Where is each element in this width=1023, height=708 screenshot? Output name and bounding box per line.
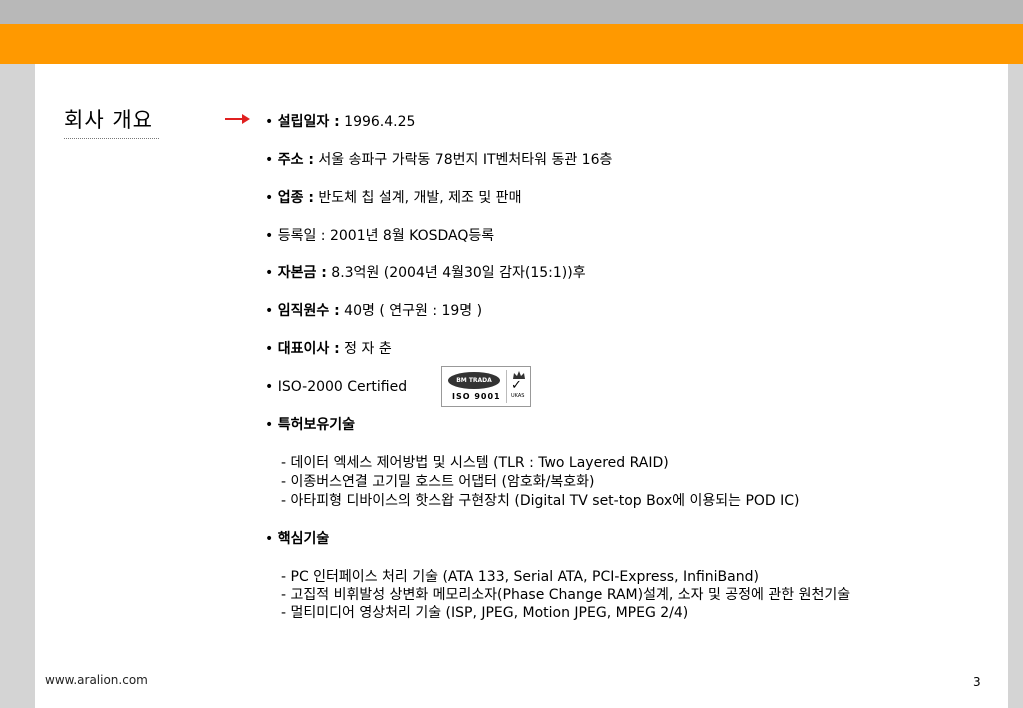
iso-9001-text: ISO 9001 <box>452 392 501 401</box>
ukas-text: UKAS <box>511 393 525 399</box>
core-tech-item: - 고집적 비휘발성 상변화 메모리소자(Phase Change RAM)설계… <box>281 587 851 603</box>
footer-url[interactable]: www.aralion.com <box>45 673 148 687</box>
info-employees: • 임직원수 : 40명 ( 연구원 : 19명 ) <box>265 303 483 319</box>
page-number: 3 <box>973 675 981 689</box>
info-capital: • 자본금 : 8.3억원 (2004년 4월30일 감자(15:1))후 <box>265 265 586 281</box>
info-founded: • 설립일자 : 1996.4.25 <box>265 114 416 130</box>
core-tech-heading: • 핵심기술 <box>265 531 330 547</box>
header-orange-band <box>0 24 1023 64</box>
header-gray-band <box>0 0 1023 24</box>
info-registration: • 등록일 : 2001년 8월 KOSDAQ등록 <box>265 228 495 244</box>
arrow-right-icon <box>225 114 250 124</box>
title-underline <box>64 138 159 139</box>
info-iso: • ISO-2000 Certified <box>265 379 408 395</box>
info-industry: • 업종 : 반도체 칩 설계, 개발, 제조 및 판매 <box>265 190 522 206</box>
bm-trada-logo: BM TRADA <box>448 372 500 389</box>
patent-item: - 아타피형 디바이스의 핫스왑 구현장치 (Digital TV set-to… <box>281 493 800 509</box>
core-tech-item: - PC 인터페이스 처리 기술 (ATA 133, Serial ATA, P… <box>281 569 759 585</box>
iso-certification-logo: BM TRADA ISO 9001 ✓ UKAS <box>441 366 531 407</box>
section-title: 회사 개요 <box>64 108 153 132</box>
checkmark-icon: ✓ <box>511 378 522 393</box>
logo-divider <box>506 370 507 403</box>
info-ceo: • 대표이사 : 정 자 춘 <box>265 341 392 357</box>
right-side-bar <box>1008 64 1023 708</box>
info-patents-heading: • 특허보유기술 <box>265 417 355 433</box>
patent-item: - 데이터 엑세스 제어방법 및 시스템 (TLR : Two Layered … <box>281 455 669 471</box>
core-tech-item: - 멀티미디어 영상처리 기술 (ISP, JPEG, Motion JPEG,… <box>281 605 689 621</box>
patent-item: - 이종버스연결 고기밀 호스트 어댑터 (암호화/복호화) <box>281 474 595 490</box>
info-address: • 주소 : 서울 송파구 가락동 78번지 IT벤처타워 동관 16층 <box>265 152 613 168</box>
left-side-bar <box>0 64 35 708</box>
